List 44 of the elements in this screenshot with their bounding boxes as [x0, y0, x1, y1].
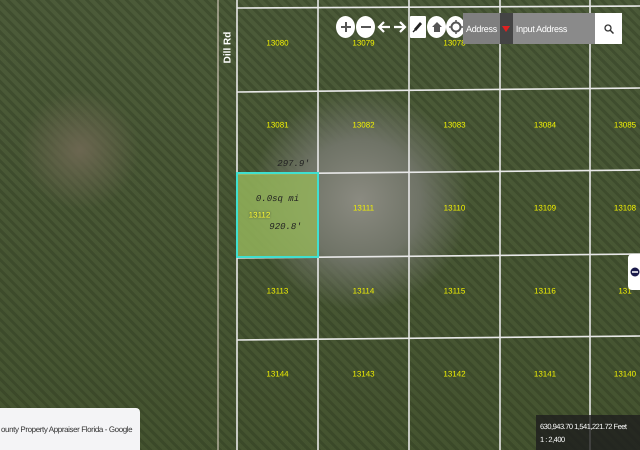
parcel-number: 13110 [444, 204, 466, 212]
zoom-in-icon [338, 20, 352, 34]
search-button[interactable] [595, 13, 622, 44]
parcel-number: 13144 [266, 370, 289, 378]
parcel-number: 13113 [266, 286, 288, 296]
locate-icon [448, 20, 462, 34]
parcel-number: 13085 [614, 120, 636, 130]
parcel-number: 13109 [534, 204, 556, 212]
parcel-number: 13111 [352, 204, 374, 212]
parcel-number: 13080 [266, 38, 289, 48]
caret-icon [502, 24, 510, 32]
parcel-number: 13081 [266, 120, 289, 130]
search-type-dropdown[interactable] [500, 13, 513, 44]
parcel-number: 13142 [443, 370, 466, 378]
parcel-number: 13140 [614, 370, 636, 378]
zoom-out-button[interactable] [356, 16, 375, 38]
attribution-text: ounty Property Appraiser Florida - Google [0, 424, 134, 434]
left-arrow-icon [376, 20, 390, 34]
parcel-number: 131 [618, 286, 632, 296]
road-label: Dill Rd [222, 32, 234, 64]
parcel-number: 13116 [534, 286, 556, 296]
length-measurement: 920.8' [269, 222, 302, 232]
search-type-label: Address [465, 24, 498, 34]
map-view[interactable] [0, 0, 640, 450]
parcel-number: 13108 [614, 204, 636, 212]
search-icon [604, 24, 614, 34]
parcel-number: 13114 [352, 286, 374, 296]
parcel-number: 13112 [248, 210, 270, 220]
parcel-number: 13082 [352, 120, 375, 130]
parcel-number: 13141 [534, 370, 556, 378]
parcel-number: 13115 [444, 286, 466, 296]
parcel-number: 13083 [443, 120, 466, 130]
toggle-icon [630, 267, 640, 277]
address-input-field[interactable]: Input Address [512, 13, 595, 44]
home-icon [430, 20, 444, 34]
layers-button[interactable] [410, 16, 426, 38]
area-measurement: 0.0sq mi [256, 194, 300, 204]
length-measurement: 297.9' [277, 159, 310, 169]
parcel-number: 13084 [534, 120, 556, 130]
right-arrow-icon [392, 20, 406, 34]
home-button[interactable] [427, 16, 446, 38]
parcel-number: 13143 [352, 370, 375, 378]
zoom-in-button[interactable] [336, 16, 355, 38]
parcel-number: 13079 [352, 38, 375, 48]
